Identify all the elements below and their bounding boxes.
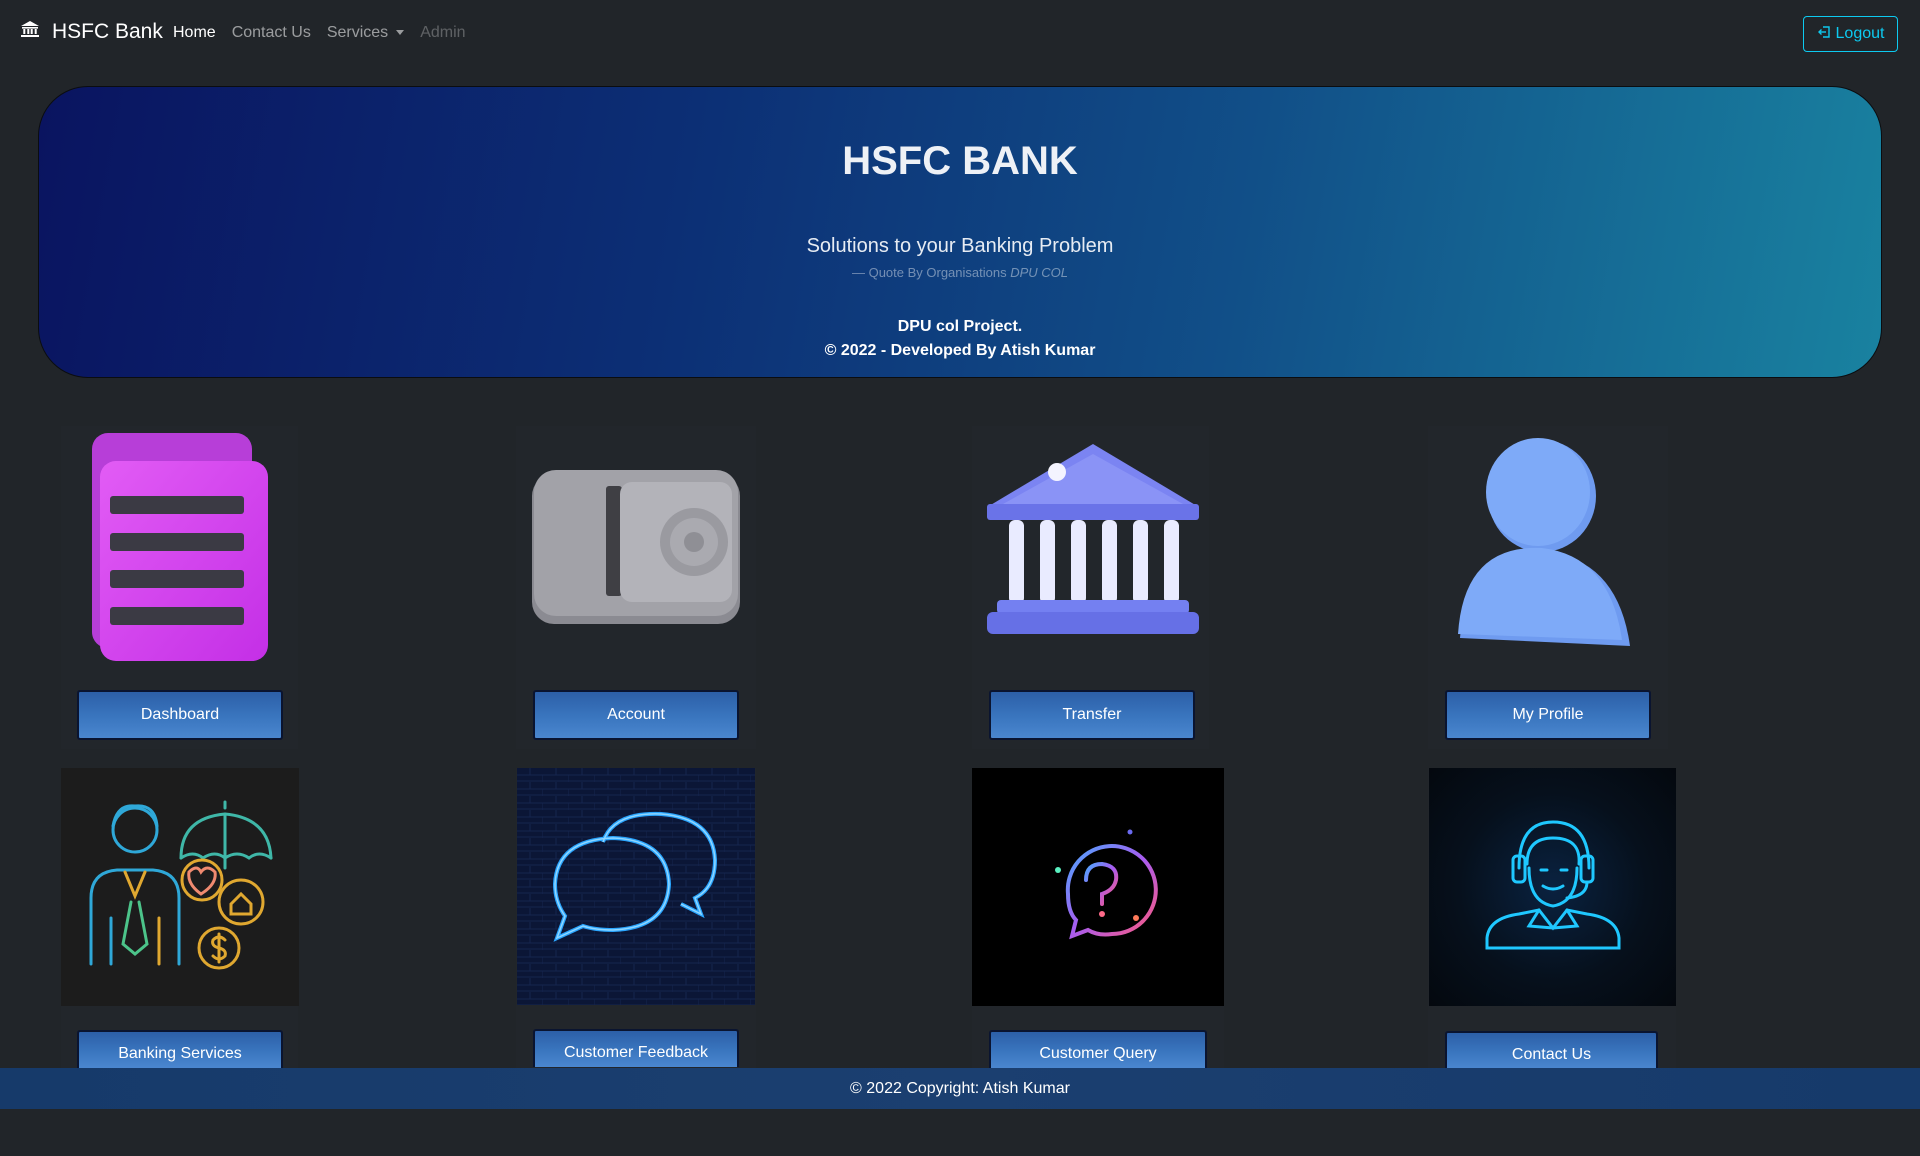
quote-prefix: — Quote By Organisations [851, 265, 1007, 280]
nav-home[interactable]: Home [173, 24, 216, 42]
brand-label: HSFC Bank [52, 20, 163, 43]
logout-button[interactable]: Logout [1803, 16, 1898, 52]
navbar: HSFC Bank Home Contact Us Services Admin… [0, 0, 1920, 70]
card-transfer: Transfer [972, 426, 1209, 749]
user-profile-icon[interactable] [1458, 436, 1658, 656]
speech-bubbles-icon[interactable] [517, 768, 755, 1005]
card-dashboard: Dashboard [61, 426, 298, 749]
document-list-icon[interactable] [90, 431, 268, 663]
navbar-brand[interactable]: HSFC Bank [20, 20, 163, 44]
nav-services-dropdown[interactable]: Services [326, 24, 405, 42]
dashboard-button[interactable]: Dashboard [77, 690, 283, 740]
hero-project-line: DPU col Project. [897, 318, 1023, 335]
quote-source: DPU COL [1010, 265, 1069, 280]
card-my-profile: My Profile [1428, 426, 1668, 749]
card-account: Account [516, 426, 756, 749]
question-bubble-icon[interactable] [972, 768, 1224, 1006]
account-button[interactable]: Account [533, 690, 739, 740]
footer: © 2022 Copyright: Atish Kumar [0, 1068, 1920, 1109]
banking-services-icon[interactable] [61, 768, 299, 1006]
logout-label: Logout [1835, 25, 1885, 42]
contact-us-button[interactable]: Contact Us [1445, 1031, 1658, 1069]
bank-icon [20, 20, 40, 44]
headset-agent-icon[interactable] [1429, 768, 1676, 1006]
chevron-down-icon [396, 30, 405, 36]
nav-admin: Admin [420, 24, 466, 41]
hero-subtitle: Solutions to your Banking Problem [806, 235, 1114, 257]
card-customer-query: Customer Query [972, 768, 1224, 1068]
banking-services-button[interactable]: Banking Services [77, 1030, 283, 1068]
transfer-button[interactable]: Transfer [989, 690, 1195, 740]
safe-vault-icon[interactable] [532, 466, 740, 626]
nav-contact-us[interactable]: Contact Us [232, 24, 311, 42]
customer-query-button[interactable]: Customer Query [989, 1030, 1207, 1068]
logout-icon [1817, 25, 1831, 44]
my-profile-button[interactable]: My Profile [1445, 690, 1651, 740]
hero-title: HSFC BANK [842, 139, 1078, 183]
card-contact-us: Contact Us [1428, 768, 1676, 1069]
bank-building-icon[interactable] [987, 444, 1199, 639]
nav-services-label: Services [326, 24, 389, 41]
hero-quote: — Quote By Organisations DPU COL [39, 265, 1881, 280]
card-customer-feedback: Customer Feedback [516, 768, 756, 1068]
hero-banner: HSFC BANK Solutions to your Banking Prob… [38, 86, 1882, 378]
card-banking-services: Banking Services [61, 768, 299, 1068]
footer-copyright: © 2022 Copyright: Atish Kumar [850, 1079, 1070, 1097]
customer-feedback-button[interactable]: Customer Feedback [533, 1029, 739, 1067]
hero-developer-line: © 2022 - Developed By Atish Kumar [824, 342, 1096, 359]
